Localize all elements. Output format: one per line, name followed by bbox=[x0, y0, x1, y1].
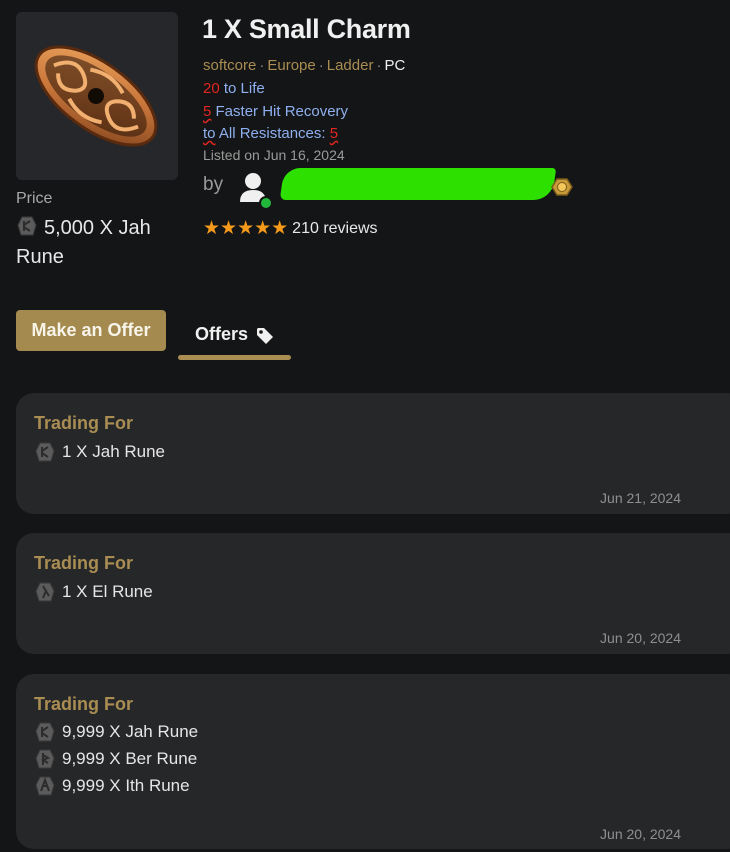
price-label: Price bbox=[16, 190, 53, 207]
stat-life-value: 20 bbox=[203, 80, 220, 97]
offer-card[interactable]: Trading For 9,999 X Jah Rune 9,999 X Ber… bbox=[16, 674, 730, 849]
user-icon[interactable] bbox=[238, 170, 272, 210]
offer-item: 1 X Jah Rune bbox=[34, 441, 165, 463]
offer-item-label: 1 X Jah Rune bbox=[62, 442, 166, 461]
rune-icon bbox=[35, 776, 55, 796]
listed-date: Listed on Jun 16, 2024 bbox=[203, 147, 345, 163]
stat-fhr: 5 Faster Hit Recovery bbox=[203, 103, 348, 120]
item-title: 1 X Small Charm bbox=[202, 14, 411, 44]
rune-icon bbox=[35, 442, 55, 462]
offer-item: 9,999 X Ith Rune bbox=[34, 775, 190, 797]
by-label: by bbox=[203, 174, 224, 195]
star-icon: ★★★★★ bbox=[203, 218, 289, 239]
offer-item: 1 X El Rune bbox=[34, 581, 153, 603]
rune-icon bbox=[35, 722, 55, 742]
make-offer-button[interactable]: Make an Offer bbox=[16, 310, 166, 351]
offer-item: 9,999 X Jah Rune bbox=[34, 721, 198, 743]
offer-heading: Trading For bbox=[34, 694, 133, 714]
stat-fhr-value: 5 bbox=[203, 103, 212, 120]
stat-resist-label-a: to bbox=[203, 125, 216, 142]
offer-date: Jun 20, 2024 bbox=[600, 630, 681, 646]
small-charm-image bbox=[34, 45, 158, 147]
offer-item-label: 9,999 X Jah Rune bbox=[62, 722, 199, 741]
rune-icon bbox=[17, 216, 37, 236]
tag-mode: softcore bbox=[203, 57, 257, 74]
tag-region: Europe bbox=[267, 57, 316, 74]
tag-ladder: Ladder bbox=[326, 57, 374, 74]
tab-offers-label: Offers bbox=[194, 324, 248, 344]
offer-card[interactable]: Trading For 1 X Jah Rune Jun 21, 2024 bbox=[16, 393, 730, 514]
stat-resist-value: 5 bbox=[329, 125, 339, 142]
item-image[interactable] bbox=[16, 12, 178, 180]
price-value: 5,000 X Jah Rune bbox=[16, 214, 186, 272]
rune-icon bbox=[35, 749, 55, 769]
offer-heading: Trading For bbox=[34, 413, 133, 433]
offer-item-label: 9,999 X Ber Rune bbox=[62, 749, 198, 768]
stat-resist-label-b: All Resistances: bbox=[215, 125, 330, 142]
tab-offers[interactable]: Offers bbox=[178, 320, 291, 360]
tag-platform: PC bbox=[384, 57, 406, 74]
offer-date: Jun 21, 2024 bbox=[600, 490, 681, 506]
offer-heading: Trading For bbox=[34, 553, 133, 573]
offer-item-label: 1 X El Rune bbox=[62, 582, 153, 601]
seller-rating[interactable]: ★★★★★ 210 reviews bbox=[203, 217, 378, 240]
rune-icon bbox=[35, 582, 55, 602]
tab-underline bbox=[178, 355, 291, 360]
seller-badge-icon bbox=[551, 178, 573, 196]
offer-card[interactable]: Trading For 1 X El Rune Jun 20, 2024 bbox=[16, 533, 730, 654]
offer-item-label: 9,999 X Ith Rune bbox=[62, 776, 190, 795]
offer-date: Jun 20, 2024 bbox=[600, 826, 681, 842]
offer-item: 9,999 X Ber Rune bbox=[34, 748, 197, 770]
stat-resist: to All Resistances: 5 bbox=[203, 125, 338, 142]
stat-fhr-label: Faster Hit Recovery bbox=[215, 103, 349, 120]
tag-icon bbox=[257, 328, 273, 344]
seller-name-redacted[interactable] bbox=[279, 168, 557, 200]
item-tags: softcore · Europe · Ladder · PC bbox=[203, 57, 406, 74]
stat-life-label: to Life bbox=[223, 80, 265, 97]
stat-life: 20 to Life bbox=[203, 80, 265, 97]
review-count: 210 reviews bbox=[292, 219, 378, 237]
